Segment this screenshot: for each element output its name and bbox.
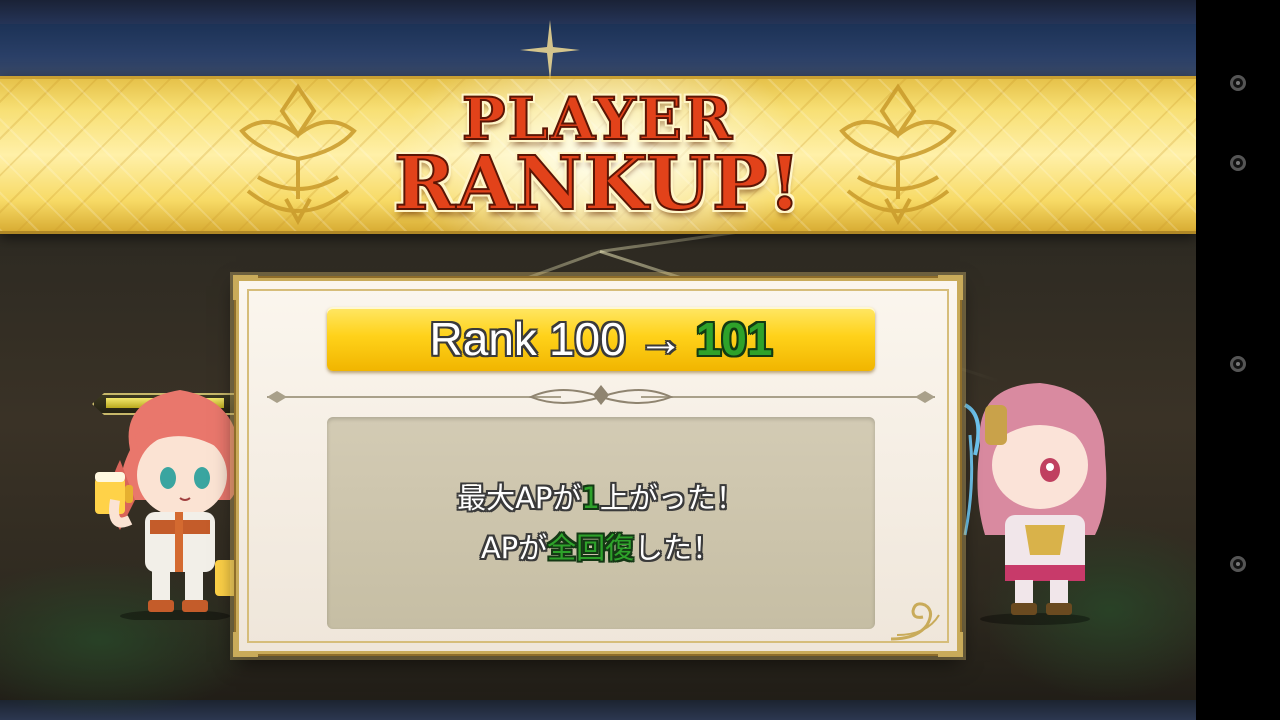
message-highlight: 全回復 [547, 531, 635, 565]
dialog-corner [233, 275, 258, 300]
rank-old-value: 100 [548, 313, 626, 365]
nav-button[interactable] [1230, 556, 1246, 572]
player-character [95, 390, 241, 620]
sparkle-icon [520, 20, 580, 80]
message-text: 上がった！ [599, 481, 745, 515]
flourish-icon [890, 602, 940, 641]
sky-strip [0, 0, 1196, 24]
nav-button[interactable] [1230, 155, 1246, 171]
message-highlight: 1 [581, 481, 600, 515]
nav-button[interactable] [1230, 75, 1246, 91]
dialog-corner [938, 275, 963, 300]
rank-label: Rank [429, 313, 537, 365]
message-line: 最大APが1上がった！ [457, 473, 745, 523]
nav-button[interactable] [1230, 356, 1246, 372]
banner-title-line2: RANKUP! [393, 140, 802, 228]
message-box: 最大APが1上がった！ APが全回復した！ [327, 417, 875, 629]
rankup-banner: PLAYER RANKUP! [0, 76, 1196, 234]
game-viewport[interactable]: PLAYER RANKUP! Rank 100 → 101 最大APが1上がった… [0, 0, 1196, 720]
ornament-divider-icon [267, 385, 935, 405]
message-line: APが全回復した！ [481, 523, 721, 573]
rank-new-value: 101 [695, 313, 773, 365]
message-text: した！ [634, 531, 722, 565]
dialog-corner [233, 632, 258, 657]
night-sea [0, 24, 1196, 78]
enemy-character [963, 383, 1107, 625]
rank-change-bar: Rank 100 → 101 [327, 307, 875, 371]
message-text: APが [480, 531, 548, 565]
rankup-dialog[interactable]: Rank 100 → 101 最大APが1上がった！ APが全回復した！ [233, 275, 963, 657]
message-text: 最大APが [457, 481, 582, 515]
rank-arrow: → [637, 313, 684, 365]
